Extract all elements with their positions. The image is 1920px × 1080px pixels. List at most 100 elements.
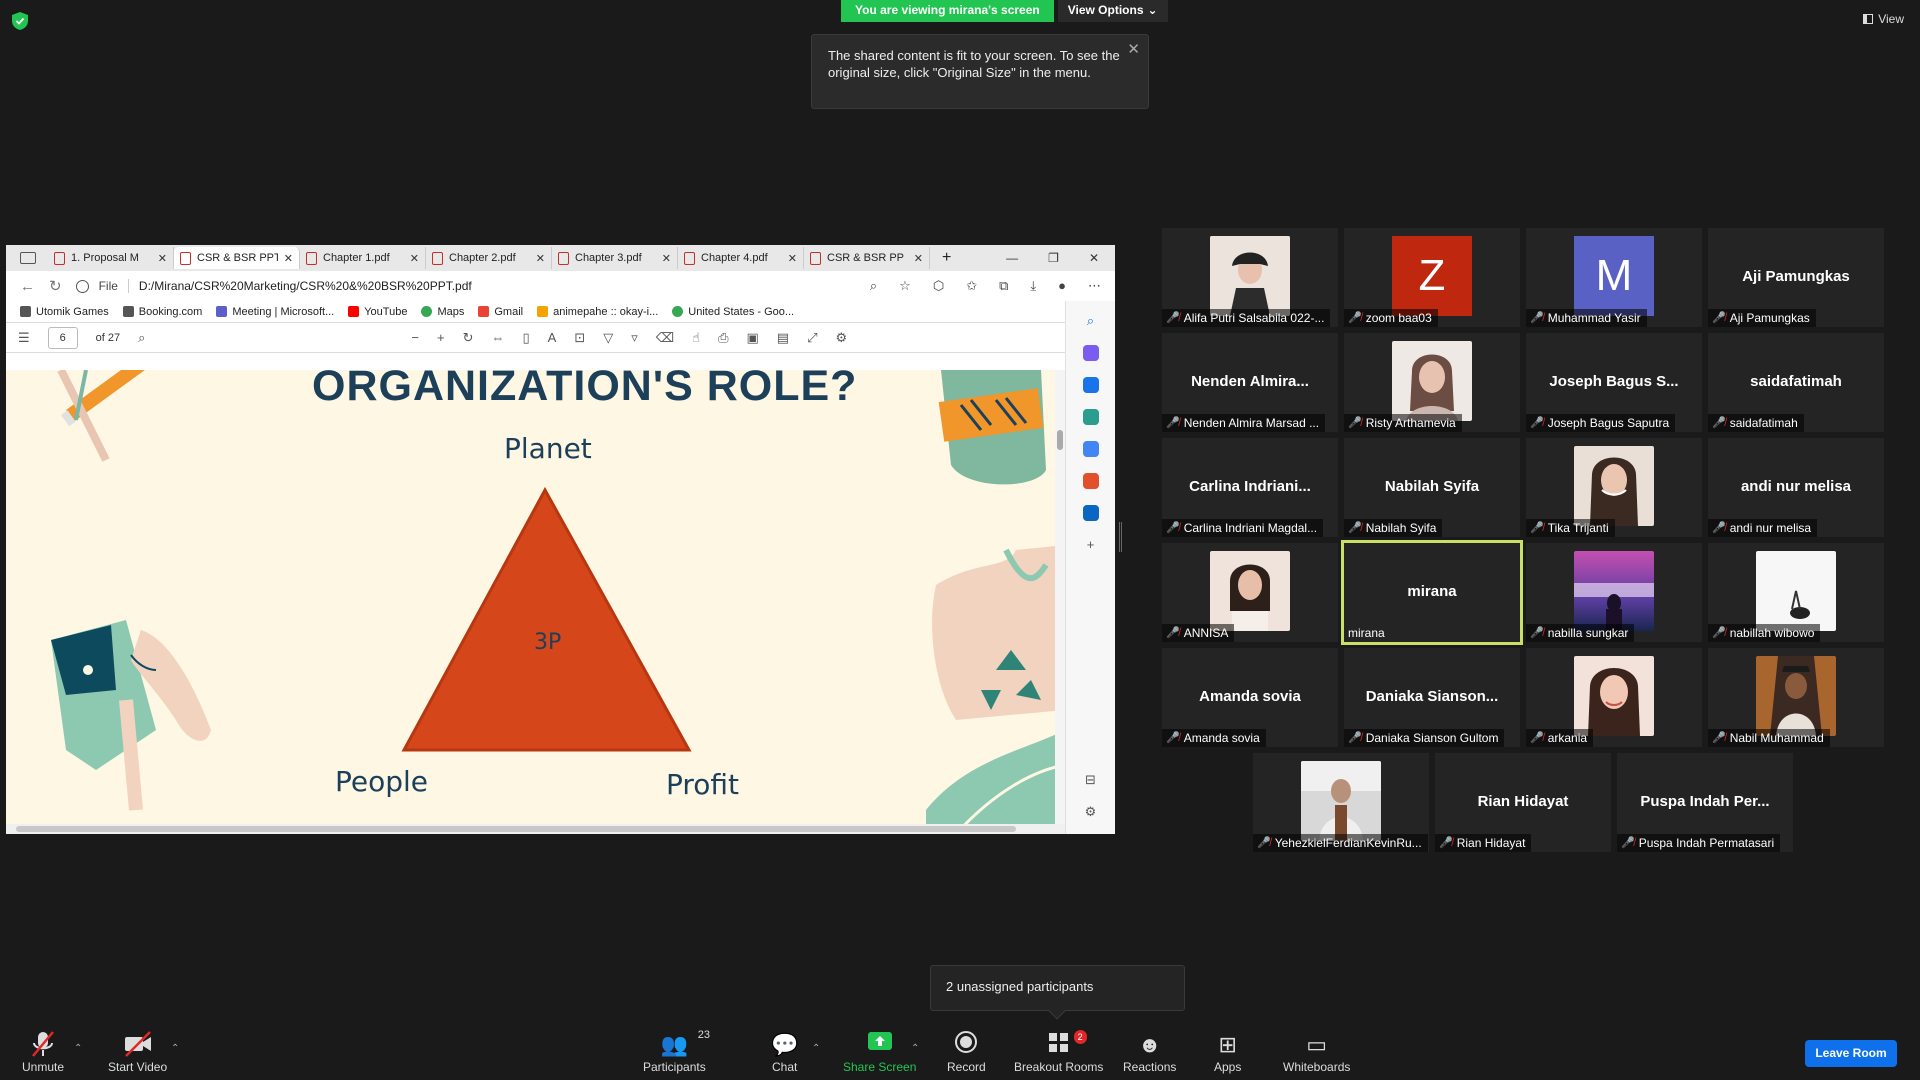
close-icon[interactable]: ✕ (914, 252, 923, 265)
bookmark-item[interactable]: Maps (421, 306, 464, 318)
security-shield-icon[interactable] (12, 12, 28, 30)
share-options-caret-icon[interactable]: ⌃ (911, 1043, 919, 1054)
zoom-in-icon[interactable]: + (437, 330, 445, 345)
save-as-icon[interactable]: ▤ (777, 330, 789, 346)
split-divider[interactable] (1119, 522, 1122, 552)
favorites-icon[interactable]: ✩ (966, 278, 977, 294)
close-icon[interactable]: ✕ (662, 252, 671, 265)
search-icon[interactable]: ⌕ (138, 330, 145, 346)
record-button[interactable]: Record (947, 1030, 986, 1074)
save-icon[interactable]: ▣ (746, 330, 758, 346)
participant-tile[interactable]: 🎤̸ arkania (1526, 648, 1702, 747)
page-view-icon[interactable]: ▯ (523, 330, 530, 346)
search-icon[interactable]: ⌕ (1087, 313, 1094, 329)
back-icon[interactable]: ← (20, 278, 35, 295)
participant-tile[interactable]: Joseph Bagus S... 🎤̸ Joseph Bagus Saputra (1526, 333, 1702, 432)
tools-icon[interactable] (1082, 409, 1099, 425)
participant-tile[interactable]: Amanda sovia 🎤̸ Amanda sovia (1162, 648, 1338, 747)
start-video-button[interactable]: Start Video (108, 1030, 167, 1074)
info-icon[interactable] (75, 279, 89, 293)
participant-tile[interactable]: M 🎤̸ Muhammad Yasir (1526, 228, 1702, 327)
audio-options-caret-icon[interactable]: ⌃ (74, 1043, 82, 1054)
touch-icon[interactable]: ☝ (692, 330, 700, 346)
minimize-icon[interactable]: — (1006, 251, 1018, 265)
unassigned-participants-popover[interactable]: 2 unassigned participants (930, 965, 1185, 1020)
fullscreen-icon[interactable]: ⤢ (807, 330, 817, 346)
refresh-icon[interactable]: ↻ (49, 277, 62, 295)
close-icon[interactable]: ✕ (158, 252, 167, 265)
close-icon[interactable]: ✕ (284, 252, 293, 265)
participant-tile[interactable]: 🎤̸ nabillah wibowo (1708, 543, 1884, 642)
participant-tile[interactable]: Nenden Almira... 🎤̸ Nenden Almira Marsad … (1162, 333, 1338, 432)
participant-tile[interactable]: Rian Hidayat 🎤̸ Rian Hidayat (1435, 753, 1611, 852)
reactions-button[interactable]: ☻ Reactions (1123, 1030, 1176, 1074)
participant-tile[interactable]: andi nur melisa 🎤̸ andi nur melisa (1708, 438, 1884, 537)
bookmark-item[interactable]: Gmail (478, 306, 523, 318)
close-icon[interactable]: ✕ (536, 252, 545, 265)
vertical-scrollbar[interactable] (1055, 370, 1065, 825)
games-icon[interactable] (1082, 441, 1099, 457)
sidebar-settings-icon[interactable]: ⚙ (1085, 804, 1097, 820)
view-button[interactable]: View (1863, 12, 1904, 26)
settings-gear-icon[interactable]: ⚙ (835, 330, 847, 346)
rotate-icon[interactable]: ↻ (463, 330, 474, 346)
zoom-out-icon[interactable]: − (411, 330, 419, 345)
horizontal-scrollbar[interactable] (6, 824, 1065, 834)
shopping-icon[interactable] (1082, 377, 1099, 393)
close-icon[interactable]: ✕ (1127, 41, 1140, 58)
favorite-star-icon[interactable]: ☆ (899, 278, 911, 294)
browser-tab-active[interactable]: CSR & BSR PPT ✕ (174, 247, 300, 269)
participant-tile[interactable]: Puspa Indah Per... 🎤̸ Puspa Indah Permata… (1617, 753, 1793, 852)
tab-actions-icon[interactable] (20, 252, 36, 264)
chat-button[interactable]: 💬 Chat (771, 1030, 798, 1074)
participant-tile[interactable]: Nabilah Syifa 🎤̸ Nabilah Syifa (1344, 438, 1520, 537)
participant-tile[interactable]: 🎤̸ Tika Trijanti (1526, 438, 1702, 537)
close-icon[interactable]: ✕ (410, 252, 419, 265)
bookmark-item[interactable]: United States - Goo... (672, 306, 794, 318)
share-screen-button[interactable]: Share Screen (843, 1030, 916, 1074)
scroll-thumb[interactable] (16, 826, 1016, 832)
video-options-caret-icon[interactable]: ⌃ (171, 1043, 179, 1054)
new-tab-icon[interactable]: + (942, 249, 951, 267)
participant-tile[interactable]: 🎤̸ Risty Arthamevia (1344, 333, 1520, 432)
maximize-icon[interactable]: ❐ (1048, 251, 1059, 265)
apps-button[interactable]: ⊞ Apps (1214, 1030, 1241, 1074)
hide-sidebar-icon[interactable]: ⊟ (1085, 772, 1096, 788)
participant-tile[interactable]: Aji Pamungkas 🎤̸ Aji Pamungkas (1708, 228, 1884, 327)
office-icon[interactable] (1082, 473, 1099, 489)
participant-tile[interactable]: Daniaka Sianson... 🎤̸ Daniaka Sianson Gul… (1344, 648, 1520, 747)
view-options-button[interactable]: View Options ⌄ (1057, 0, 1168, 22)
bookmark-item[interactable]: YouTube (348, 306, 407, 318)
scroll-thumb[interactable] (1057, 430, 1063, 450)
breakout-rooms-button[interactable]: 2 Breakout Rooms (1014, 1030, 1103, 1074)
browser-tab[interactable]: Chapter 3.pdf ✕ (552, 247, 678, 269)
highlight-icon[interactable]: ▿ (631, 330, 638, 346)
participant-tile[interactable]: 🎤̸ Alifa Putri Salsabila 022-... (1162, 228, 1338, 327)
close-icon[interactable]: ✕ (788, 252, 797, 265)
read-aloud-icon[interactable]: A (548, 330, 557, 345)
extensions-icon[interactable]: ⬡ (933, 278, 944, 294)
zoom-icon[interactable]: ⌕ (870, 278, 877, 294)
bookmark-item[interactable]: Booking.com (122, 306, 202, 318)
whiteboards-button[interactable]: ▭ Whiteboards (1283, 1030, 1350, 1074)
add-icon[interactable]: + (1087, 537, 1095, 552)
copilot-icon[interactable] (1082, 345, 1099, 361)
close-window-icon[interactable]: ✕ (1089, 251, 1099, 265)
print-icon[interactable]: ⎙ (718, 330, 728, 346)
collections-icon[interactable]: ⧉ (999, 278, 1008, 294)
participants-button[interactable]: 👥 23 Participants (643, 1029, 710, 1074)
profile-avatar-icon[interactable]: ● (1058, 278, 1066, 294)
browser-tab[interactable]: CSR & BSR PP ✕ (804, 247, 930, 269)
url-text[interactable]: D:/Mirana/CSR%20Marketing/CSR%20&%20BSR%… (139, 279, 472, 293)
browser-tab[interactable]: 1. Proposal M ✕ (48, 247, 174, 269)
participant-tile[interactable]: Carlina Indriani... 🎤̸ Carlina Indriani M… (1162, 438, 1338, 537)
participant-tile-active-speaker[interactable]: mirana mirana (1341, 540, 1523, 645)
erase-icon[interactable]: ⌫ (656, 330, 674, 346)
contents-icon[interactable]: ☰ (18, 330, 30, 346)
text-icon[interactable]: ⊡ (574, 330, 585, 346)
participant-tile[interactable]: Z 🎤̸ zoom baa03 (1344, 228, 1520, 327)
participant-tile[interactable]: 🎤̸ Nabil Muhammad (1708, 648, 1884, 747)
browser-tab[interactable]: Chapter 1.pdf ✕ (300, 247, 426, 269)
bookmark-item[interactable]: Meeting | Microsoft... (216, 306, 334, 318)
browser-tab[interactable]: Chapter 2.pdf ✕ (426, 247, 552, 269)
